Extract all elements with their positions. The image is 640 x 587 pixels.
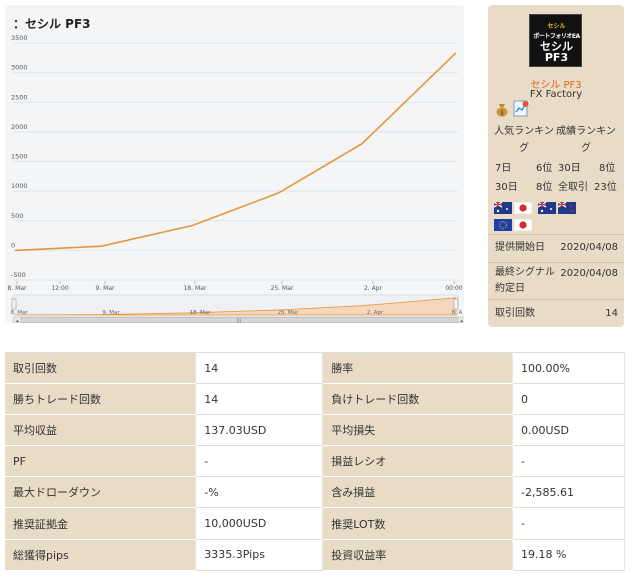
rank-value: 6位	[536, 163, 553, 174]
y-tick-label: 3500	[11, 34, 28, 42]
rank-period: 全取引	[558, 182, 588, 193]
stat-value: 14	[195, 383, 324, 416]
trades-label: 取引回数	[495, 308, 535, 319]
info-row-start-date: 提供開始日 2020/04/08	[488, 234, 624, 262]
rank-period: 7日	[495, 163, 512, 174]
thumb-caption-top: セシル	[547, 23, 566, 30]
stat-value: -%	[195, 476, 324, 509]
stats-row: 総獲得pips 3335.3Pips 投資収益率 19.18 %	[5, 539, 625, 571]
product-thumbnail[interactable]: セシル ポートフォリオEA セシル PF3	[529, 14, 582, 67]
x-tick-label: 9. Mar	[96, 285, 115, 292]
x-tick-label: 00:00	[445, 285, 462, 292]
equity-chart-panel: ：セシル PF3 3500 3000 2500 2000 1500 1000 500 0 -50…	[5, 5, 464, 323]
stat-value: -2,585.61	[512, 476, 625, 509]
navigator-tick-label: 25. Mar	[278, 310, 300, 316]
stat-label: 平均損失	[322, 414, 514, 447]
stat-label: 総獲得pips	[5, 539, 197, 571]
stat-label: 負けトレード回数	[322, 383, 514, 416]
australia-flag-icon	[494, 202, 512, 214]
stat-value: -	[195, 445, 324, 478]
stat-value: 10,000USD	[195, 507, 324, 540]
navigator-tick-label: 8. A	[452, 310, 463, 316]
thumb-name-line2: PF3	[544, 51, 569, 64]
navigator-left-handle[interactable]	[11, 298, 17, 310]
x-tick-label: 25. Mar	[271, 285, 294, 292]
stat-label: 推奨LOT数	[322, 507, 514, 540]
stat-value: 0.00USD	[512, 414, 625, 447]
scrollbar-grip-icon: |||	[236, 318, 241, 323]
stat-value: 19.18 %	[512, 539, 625, 571]
x-tick-label: 8. Mar	[8, 285, 27, 292]
stat-label: 平均収益	[5, 414, 197, 447]
navigator-tick-label: 18. Mar	[190, 310, 212, 316]
stats-row: 推奨証拠金 10,000USD 推奨LOT数 -	[5, 507, 625, 540]
australia-flag-icon	[538, 202, 556, 214]
rank-period: 30日	[558, 163, 581, 174]
navigator-tick-label: 2. Apr	[367, 310, 384, 316]
stat-label: 取引回数	[5, 351, 197, 385]
rank-value: 8位	[599, 163, 616, 174]
navigator-tick-label: 8. Mar	[10, 310, 28, 316]
stat-label: 勝ちトレード回数	[5, 383, 197, 416]
stat-value: -	[512, 445, 625, 478]
stat-label: 投資収益率	[322, 539, 514, 571]
start-date-value: 2020/04/08	[560, 242, 618, 253]
performance-ranking-heading: 成績ランキング	[556, 126, 616, 154]
stats-row: 最大ドローダウン -% 含み損益 -2,585.61	[5, 476, 625, 509]
info-row-last-signal: 最終シグナル約定日 2020/04/08	[488, 262, 624, 299]
last-signal-label: 最終シグナル約定日	[495, 267, 555, 294]
new-zealand-flag-icon	[558, 202, 576, 214]
y-tick-label: 1500	[11, 153, 28, 161]
eu-flag-icon	[494, 219, 512, 231]
y-tick-label: 0	[11, 241, 15, 249]
x-tick-label: 18. Mar	[184, 285, 207, 292]
navigator-tick-label: 9. Mar	[102, 310, 120, 316]
stat-label: PF	[5, 445, 197, 478]
thumb-caption-name: セシル PF3	[530, 41, 581, 64]
product-card: セシル ポートフォリオEA セシル PF3 セシル PF3 FX Factory…	[488, 5, 624, 327]
stat-label: 含み損益	[322, 476, 514, 509]
stat-label: 推奨証拠金	[5, 507, 197, 540]
y-tick-label: 1000	[11, 182, 28, 190]
money-bag-icon: $	[496, 104, 508, 117]
stat-value: 0	[512, 383, 625, 416]
trades-value: 14	[605, 308, 618, 319]
stats-row: PF - 損益レシオ -	[5, 445, 625, 478]
stat-label: 勝率	[322, 351, 514, 385]
info-row-trades: 取引回数 14	[488, 299, 624, 327]
japan-flag-icon	[514, 202, 532, 214]
thumb-caption-sub: ポートフォリオEA	[533, 33, 580, 40]
start-date-label: 提供開始日	[495, 242, 545, 253]
x-tick-label: 12:00	[51, 285, 68, 292]
stat-value: 14	[195, 351, 324, 385]
y-tick-label: 500	[11, 212, 23, 220]
stat-value: 100.00%	[512, 351, 625, 385]
y-tick-label: -500	[11, 271, 26, 279]
y-tick-label: 2500	[11, 93, 28, 101]
report-icon	[513, 100, 529, 117]
navigator-right-handle[interactable]	[453, 298, 459, 310]
last-signal-value: 2020/04/08	[560, 268, 618, 279]
equity-chart: 3500 3000 2500 2000 1500 1000 500 0 -500 8. Mar 12…	[8, 34, 464, 323]
svg-text:$: $	[500, 110, 504, 117]
popularity-ranking-heading: 人気ランキング	[494, 126, 554, 154]
stat-value: 3335.3Pips	[195, 539, 324, 571]
rank-value: 23位	[594, 182, 617, 193]
product-vendor: FX Factory	[529, 89, 583, 100]
stat-value: -	[512, 507, 625, 540]
stats-row: 取引回数 14 勝率 100.00%	[5, 351, 625, 385]
stat-label: 損益レシオ	[322, 445, 514, 478]
stat-value: 137.03USD	[195, 414, 324, 447]
stats-row: 勝ちトレード回数 14 負けトレード回数 0	[5, 383, 625, 416]
japan-flag-icon	[514, 219, 532, 231]
stat-label: 最大ドローダウン	[5, 476, 197, 509]
rank-period: 30日	[495, 182, 518, 193]
y-tick-label: 3000	[11, 64, 28, 72]
y-tick-label: 2000	[11, 123, 28, 131]
stats-table: 取引回数 14 勝率 100.00% 勝ちトレード回数 14 負けトレード回数 0 平均収益 13…	[5, 351, 625, 571]
x-tick-label: 2. Apr	[364, 285, 383, 292]
rank-value: 8位	[536, 182, 553, 193]
stats-row: 平均収益 137.03USD 平均損失 0.00USD	[5, 414, 625, 447]
